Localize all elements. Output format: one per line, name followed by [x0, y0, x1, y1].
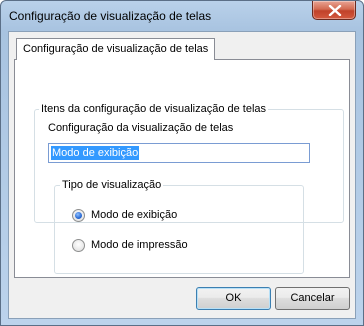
dialog-client-area: Configuração de visualização de telas It… [8, 31, 356, 319]
view-type-group: Tipo de visualização Modo de exibição Mo… [54, 179, 304, 274]
tab-screen-view-config[interactable]: Configuração de visualização de telas [16, 38, 216, 60]
radio-display-mode-button[interactable] [72, 208, 85, 222]
dialog-window: Configuração de visualização de telas Co… [0, 0, 364, 326]
tab-page: Itens da configuração de visualização de… [14, 59, 350, 278]
screen-view-config-label: Configuração da visualização de telas [48, 122, 234, 134]
window-title: Configuração de visualização de telas [9, 9, 212, 23]
cancel-button[interactable]: Cancelar [275, 287, 350, 310]
close-button[interactable] [312, 1, 356, 20]
radio-display-mode[interactable]: Modo de exibição [72, 208, 177, 222]
radio-display-mode-label: Modo de exibição [91, 209, 178, 221]
radio-print-mode-label: Modo de impressão [91, 239, 188, 251]
view-type-group-title: Tipo de visualização [60, 179, 164, 192]
ok-button[interactable]: OK [196, 287, 271, 310]
screen-view-config-value: Modo de exibição [51, 146, 140, 160]
radio-print-mode-button[interactable] [72, 238, 85, 252]
settings-items-group-title: Itens da configuração de visualização de… [39, 103, 269, 116]
screen-view-config-input[interactable]: Modo de exibição [48, 143, 310, 163]
settings-items-group: Itens da configuração de visualização de… [34, 103, 344, 274]
radio-print-mode[interactable]: Modo de impressão [72, 238, 188, 252]
title-bar[interactable]: Configuração de visualização de telas [1, 1, 363, 31]
close-icon [328, 5, 342, 16]
